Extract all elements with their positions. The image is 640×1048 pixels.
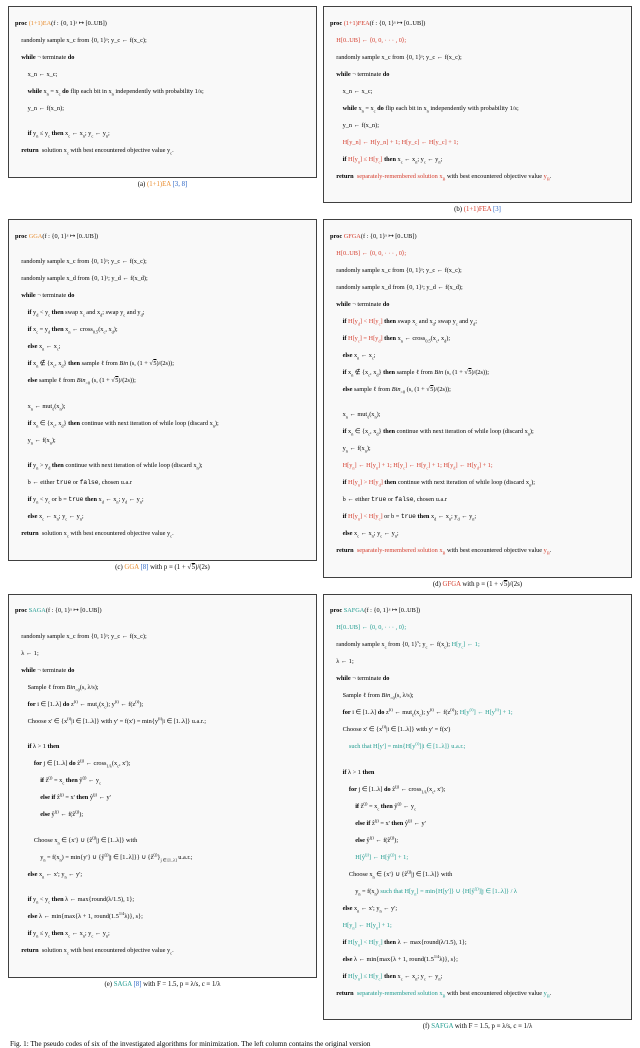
caption-f: (f) SAFGA with F = 1.5, p ≡ λ/s, c ≡ 1/λ bbox=[323, 1020, 632, 1034]
caption-f-name: SAFGA bbox=[431, 1023, 453, 1030]
box-a: proc (1+1)EA(f : {0, 1}ˢ ↦ [0..UB]) rand… bbox=[8, 6, 317, 178]
algo-name-a: (1+1)EA bbox=[29, 20, 51, 27]
caption-e-tail: with F = 1.5, p ≡ λ/s, c ≡ 1/λ bbox=[141, 981, 220, 988]
caption-c-name: GGA bbox=[124, 564, 138, 571]
sig: (f : {0, 1}ˢ ↦ [0..UB]) bbox=[51, 20, 107, 27]
box-c: proc GGA(f : {0, 1}ˢ ↦ [0..UB]) randomly… bbox=[8, 219, 317, 561]
algo-name-d: GFGA bbox=[344, 233, 361, 240]
caption-b: (b) (1+1)FEA [3] bbox=[323, 203, 632, 217]
algo-name-e: SAGA bbox=[29, 607, 46, 614]
cell-c: proc GGA(f : {0, 1}ˢ ↦ [0..UB]) randomly… bbox=[8, 219, 317, 592]
code-line: x_n ← x_c; bbox=[15, 71, 310, 80]
cell-f: proc SAFGA(f : {0, 1}ˢ ↦ [0..UB]) H[0..U… bbox=[323, 594, 632, 1035]
box-b: proc (1+1)FEA(f : {0, 1}ˢ ↦ [0..UB]) H[0… bbox=[323, 6, 632, 203]
caption-d-name: GFGA bbox=[443, 581, 461, 588]
cell-b: proc (1+1)FEA(f : {0, 1}ˢ ↦ [0..UB]) H[0… bbox=[323, 6, 632, 217]
caption-a: (a) (1+1)EA [3, 8] bbox=[8, 178, 317, 192]
cell-a: proc (1+1)EA(f : {0, 1}ˢ ↦ [0..UB]) rand… bbox=[8, 6, 317, 217]
caption-c: (c) GGA [8] with p ≡ (1 + √5)/(2s) bbox=[8, 561, 317, 575]
cell-e: proc SAGA(f : {0, 1}ˢ ↦ [0..UB]) randoml… bbox=[8, 594, 317, 1035]
algo-name-f: SAFGA bbox=[344, 607, 365, 614]
box-d: proc GFGA(f : {0, 1}ˢ ↦ [0..UB]) H[0..UB… bbox=[323, 219, 632, 578]
proc-kw: proc bbox=[15, 20, 29, 27]
algo-name-c: GGA bbox=[29, 233, 43, 240]
code-line: y_n ← f(x_n); bbox=[15, 105, 310, 114]
caption-d-tail: with p ≡ (1 + √5)/(2s) bbox=[461, 581, 522, 588]
caption-b-cite: [3] bbox=[491, 206, 501, 213]
caption-d: (d) GFGA with p ≡ (1 + √5)/(2s) bbox=[323, 578, 632, 592]
caption-c-cite: [8] bbox=[139, 564, 149, 571]
caption-b-name: (1+1)FEA bbox=[464, 206, 492, 213]
box-f: proc SAFGA(f : {0, 1}ˢ ↦ [0..UB]) H[0..U… bbox=[323, 594, 632, 1021]
algo-name-b: (1+1)FEA bbox=[344, 20, 370, 27]
cell-d: proc GFGA(f : {0, 1}ˢ ↦ [0..UB]) H[0..UB… bbox=[323, 219, 632, 592]
caption-c-tail: with p ≡ (1 + √5)/(2s) bbox=[148, 564, 209, 571]
code-line: H[0..UB] ← ⟨0, 0, · · · , 0⟩; bbox=[330, 37, 625, 46]
caption-f-tail: with F = 1.5, p ≡ λ/s, c ≡ 1/λ bbox=[453, 1023, 532, 1030]
figure-caption: Fig. 1: The pseudo codes of six of the i… bbox=[8, 1034, 632, 1048]
caption-a-name: (1+1)EA bbox=[147, 181, 171, 188]
box-e: proc SAGA(f : {0, 1}ˢ ↦ [0..UB]) randoml… bbox=[8, 594, 317, 978]
caption-a-cite: [3, 8] bbox=[171, 181, 187, 188]
caption-e-name: SAGA bbox=[114, 981, 132, 988]
code-line: randomly sample x_c from {0, 1}ˢ; y_c ← … bbox=[15, 37, 310, 46]
figure-grid: proc (1+1)EA(f : {0, 1}ˢ ↦ [0..UB]) rand… bbox=[8, 6, 632, 1034]
caption-e: (e) SAGA [8] with F = 1.5, p ≡ λ/s, c ≡ … bbox=[8, 978, 317, 992]
